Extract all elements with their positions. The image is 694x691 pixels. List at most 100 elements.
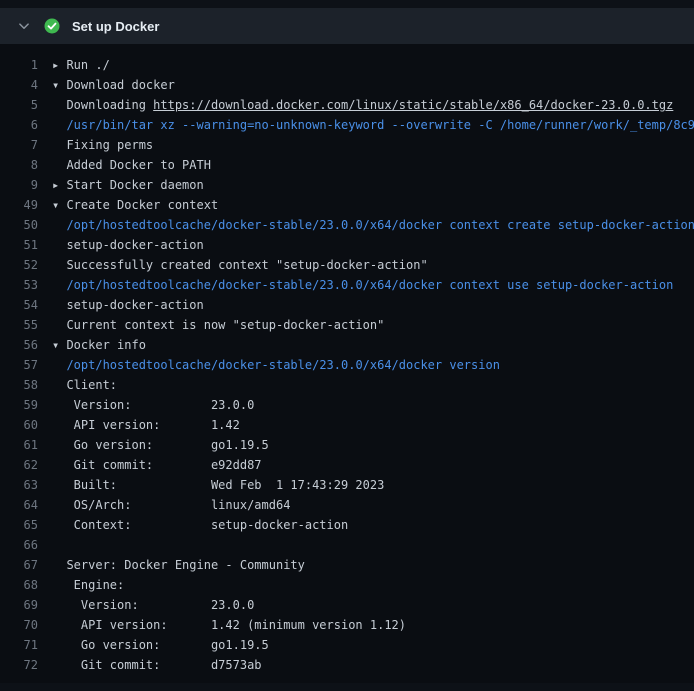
line-content: Server: Docker Engine - Community <box>52 555 694 575</box>
line-number[interactable]: 54 <box>0 295 52 315</box>
log-group-line[interactable]: 49▾ Create Docker context <box>0 195 694 215</box>
line-number[interactable]: 5 <box>0 95 52 115</box>
line-number[interactable]: 8 <box>0 155 52 175</box>
log-line: 71 Go version: go1.19.5 <box>0 635 694 655</box>
log-text: setup-docker-action <box>52 298 204 312</box>
log-text: Go version: go1.19.5 <box>52 638 269 652</box>
log-area: 1▸ Run ./4▾ Download docker5 Downloading… <box>0 44 694 683</box>
log-line: 6 /usr/bin/tar xz --warning=no-unknown-k… <box>0 115 694 135</box>
log-group-line[interactable]: 56▾ Docker info <box>0 335 694 355</box>
log-group-line[interactable]: 1▸ Run ./ <box>0 55 694 75</box>
line-content: Go version: go1.19.5 <box>52 635 694 655</box>
log-line: 64 OS/Arch: linux/amd64 <box>0 495 694 515</box>
line-content: Go version: go1.19.5 <box>52 435 694 455</box>
log-line: 53 /opt/hostedtoolcache/docker-stable/23… <box>0 275 694 295</box>
log-line: 55 Current context is now "setup-docker-… <box>0 315 694 335</box>
line-content: ▾ Download docker <box>52 75 694 95</box>
line-number[interactable]: 53 <box>0 275 52 295</box>
log-line: 65 Context: setup-docker-action <box>0 515 694 535</box>
line-number[interactable]: 65 <box>0 515 52 535</box>
log-line: 54 setup-docker-action <box>0 295 694 315</box>
line-content: Successfully created context "setup-dock… <box>52 255 694 275</box>
line-content: Fixing perms <box>52 135 694 155</box>
log-text: Docker info <box>66 338 145 352</box>
log-line: 66 <box>0 535 694 555</box>
log-text: Built: Wed Feb 1 17:43:29 2023 <box>52 478 384 492</box>
line-number[interactable]: 59 <box>0 395 52 415</box>
log-text: Download docker <box>66 78 174 92</box>
line-number[interactable]: 62 <box>0 455 52 475</box>
log-text: Server: Docker Engine - Community <box>52 558 305 572</box>
line-content: setup-docker-action <box>52 295 694 315</box>
log-text: Engine: <box>52 578 124 592</box>
line-number[interactable]: 4 <box>0 75 52 95</box>
log-line: 59 Version: 23.0.0 <box>0 395 694 415</box>
log-text: Version: 23.0.0 <box>52 598 254 612</box>
line-content <box>52 535 694 555</box>
line-number[interactable]: 67 <box>0 555 52 575</box>
line-number[interactable]: 57 <box>0 355 52 375</box>
line-number[interactable]: 68 <box>0 575 52 595</box>
log-text: Start Docker daemon <box>66 178 203 192</box>
line-content: /opt/hostedtoolcache/docker-stable/23.0.… <box>52 275 694 295</box>
line-content: Downloading https://download.docker.com/… <box>52 95 694 115</box>
log-text: Current context is now "setup-docker-act… <box>52 318 384 332</box>
log-line: 67 Server: Docker Engine - Community <box>0 555 694 575</box>
command-text: /usr/bin/tar xz --warning=no-unknown-key… <box>66 118 694 132</box>
line-number[interactable]: 61 <box>0 435 52 455</box>
log-group-line[interactable]: 9▸ Start Docker daemon <box>0 175 694 195</box>
line-number[interactable]: 72 <box>0 655 52 675</box>
log-text: Client: <box>52 378 117 392</box>
line-number[interactable]: 55 <box>0 315 52 335</box>
line-content: ▸ Start Docker daemon <box>52 175 694 195</box>
step-title: Set up Docker <box>72 19 159 34</box>
log-line: 60 API version: 1.42 <box>0 415 694 435</box>
log-line: 70 API version: 1.42 (minimum version 1.… <box>0 615 694 635</box>
log-line: 69 Version: 23.0.0 <box>0 595 694 615</box>
line-number[interactable]: 9 <box>0 175 52 195</box>
line-number[interactable]: 60 <box>0 415 52 435</box>
line-content: /opt/hostedtoolcache/docker-stable/23.0.… <box>52 355 694 375</box>
line-number[interactable]: 58 <box>0 375 52 395</box>
log-text: Successfully created context "setup-dock… <box>52 258 428 272</box>
line-number[interactable]: 49 <box>0 195 52 215</box>
line-number[interactable]: 6 <box>0 115 52 135</box>
line-number[interactable]: 51 <box>0 235 52 255</box>
log-link[interactable]: https://download.docker.com/linux/static… <box>153 98 673 112</box>
line-number[interactable]: 50 <box>0 215 52 235</box>
line-content: Engine: <box>52 575 694 595</box>
line-content: API version: 1.42 (minimum version 1.12) <box>52 615 694 635</box>
line-number[interactable]: 71 <box>0 635 52 655</box>
line-content: Git commit: d7573ab <box>52 655 694 675</box>
group-toggle-icon: ▸ <box>52 58 66 72</box>
line-content: /opt/hostedtoolcache/docker-stable/23.0.… <box>52 215 694 235</box>
line-content: API version: 1.42 <box>52 415 694 435</box>
command-text: /opt/hostedtoolcache/docker-stable/23.0.… <box>66 358 499 372</box>
line-content: Built: Wed Feb 1 17:43:29 2023 <box>52 475 694 495</box>
line-content: Added Docker to PATH <box>52 155 694 175</box>
line-number[interactable]: 63 <box>0 475 52 495</box>
line-number[interactable]: 64 <box>0 495 52 515</box>
log-group-line[interactable]: 4▾ Download docker <box>0 75 694 95</box>
line-number[interactable]: 66 <box>0 535 52 555</box>
line-content: Current context is now "setup-docker-act… <box>52 315 694 335</box>
line-number[interactable]: 69 <box>0 595 52 615</box>
log-text: API version: 1.42 (minimum version 1.12) <box>52 618 406 632</box>
line-content: ▾ Docker info <box>52 335 694 355</box>
group-toggle-icon: ▾ <box>52 338 66 352</box>
line-content: setup-docker-action <box>52 235 694 255</box>
log-text: setup-docker-action <box>52 238 204 252</box>
chevron-down-icon[interactable] <box>16 18 32 34</box>
log-text: Fixing perms <box>52 138 153 152</box>
line-content: Version: 23.0.0 <box>52 595 694 615</box>
line-number[interactable]: 1 <box>0 55 52 75</box>
line-number[interactable]: 56 <box>0 335 52 355</box>
log-text: Go version: go1.19.5 <box>52 438 269 452</box>
step-header[interactable]: Set up Docker <box>0 8 694 44</box>
check-circle-icon <box>44 18 60 34</box>
log-line: 72 Git commit: d7573ab <box>0 655 694 675</box>
line-number[interactable]: 52 <box>0 255 52 275</box>
log-line: 57 /opt/hostedtoolcache/docker-stable/23… <box>0 355 694 375</box>
line-number[interactable]: 70 <box>0 615 52 635</box>
line-number[interactable]: 7 <box>0 135 52 155</box>
